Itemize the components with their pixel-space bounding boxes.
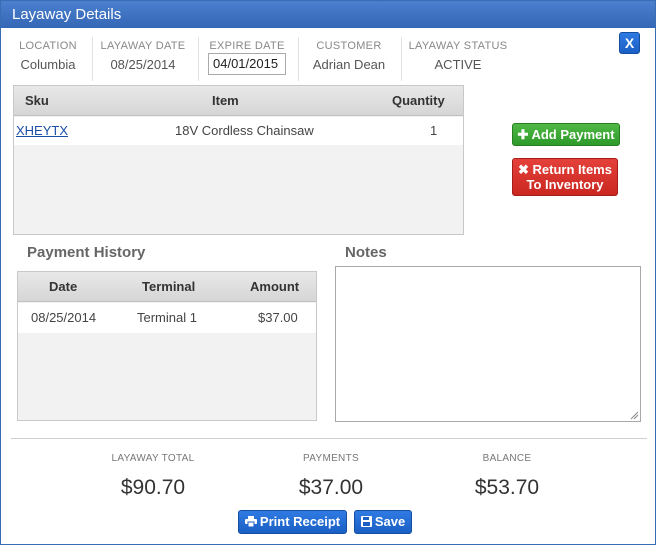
- print-receipt-label: Print Receipt: [259, 514, 341, 529]
- customer-label: CUSTOMER: [316, 40, 382, 52]
- divider: [11, 438, 647, 439]
- notes-textarea[interactable]: [335, 266, 641, 422]
- add-payment-button[interactable]: ✚ Add Payment: [512, 123, 620, 146]
- return-items-label-2: To Inventory: [526, 177, 604, 192]
- payment-date-cell: 08/25/2014: [31, 310, 97, 325]
- quantity-header: Quantity: [392, 93, 445, 108]
- divider: [92, 37, 93, 81]
- items-table-header: Sku Item Quantity: [14, 86, 463, 116]
- expire-date-label: EXPIRE DATE: [209, 40, 285, 52]
- print-receipt-button[interactable]: Print Receipt: [238, 510, 347, 534]
- status-info: LAYAWAY STATUS ACTIVE: [408, 40, 508, 80]
- status-value: ACTIVE: [434, 57, 482, 72]
- item-header: Item: [212, 93, 239, 108]
- sku-link[interactable]: XHEYTX: [16, 117, 68, 145]
- save-button[interactable]: Save: [354, 510, 412, 534]
- quantity-cell: 1: [430, 123, 438, 138]
- layaway-date-value: 08/25/2014: [110, 57, 176, 72]
- item-cell: 18V Cordless Chainsaw: [175, 123, 314, 138]
- sku-header: Sku: [25, 93, 49, 108]
- payments-label: PAYMENTS: [303, 453, 359, 464]
- balance-label: BALANCE: [482, 453, 532, 464]
- payment-history-title: Payment History: [27, 244, 146, 261]
- payment-amount-cell: $37.00: [258, 310, 298, 325]
- table-row: XHEYTX 18V Cordless Chainsaw 1: [14, 117, 463, 145]
- layaway-total-label: LAYAWAY TOTAL: [111, 453, 195, 464]
- balance-value: $53.70: [474, 476, 540, 499]
- balance-total: BALANCE $53.70: [437, 453, 577, 500]
- customer-info: CUSTOMER Adrian Dean: [304, 40, 394, 80]
- payments-value: $37.00: [298, 476, 364, 499]
- dialog-titlebar: Layaway Details: [1, 1, 655, 28]
- items-table: Sku Item Quantity XHEYTX 18V Cordless Ch…: [13, 85, 464, 235]
- terminal-header: Terminal: [142, 279, 196, 294]
- add-payment-label: Add Payment: [531, 127, 615, 142]
- close-icon: X: [624, 35, 635, 51]
- save-label: Save: [374, 514, 406, 529]
- return-items-button[interactable]: ✖ Return Items To Inventory: [512, 158, 618, 196]
- expire-date-input[interactable]: 04/01/2015: [208, 53, 286, 75]
- customer-value: Adrian Dean: [312, 57, 386, 72]
- amount-header: Amount: [250, 279, 300, 294]
- status-label: LAYAWAY STATUS: [408, 40, 508, 52]
- divider: [401, 37, 402, 81]
- location-info: LOCATION Columbia: [13, 40, 83, 80]
- table-row: 08/25/2014 Terminal 1 $37.00: [18, 303, 316, 333]
- date-header: Date: [49, 279, 78, 294]
- payment-history-table: Date Terminal Amount 08/25/2014 Terminal…: [17, 271, 317, 421]
- layaway-details-dialog: Layaway Details X LOCATION Columbia LAYA…: [0, 0, 656, 545]
- payment-history-header: Date Terminal Amount: [18, 272, 316, 302]
- printer-icon: [244, 516, 257, 528]
- location-label: LOCATION: [19, 40, 77, 52]
- dialog-title: Layaway Details: [12, 6, 122, 23]
- divider: [198, 37, 199, 81]
- return-items-label-1: Return Items: [532, 162, 612, 177]
- resize-grip-icon[interactable]: [630, 411, 639, 420]
- location-value: Columbia: [20, 57, 76, 72]
- layaway-total: LAYAWAY TOTAL $90.70: [83, 453, 223, 500]
- layaway-date-info: LAYAWAY DATE 08/25/2014: [99, 40, 187, 80]
- layaway-date-label: LAYAWAY DATE: [100, 40, 186, 52]
- x-icon: ✖: [518, 162, 533, 177]
- payment-terminal-cell: Terminal 1: [137, 310, 197, 325]
- plus-icon: ✚: [517, 127, 532, 142]
- payments-total: PAYMENTS $37.00: [261, 453, 401, 500]
- floppy-disk-icon: [360, 516, 372, 527]
- close-button[interactable]: X: [619, 32, 640, 54]
- divider: [298, 37, 299, 81]
- notes-title: Notes: [345, 244, 387, 261]
- layaway-total-value: $90.70: [120, 476, 186, 499]
